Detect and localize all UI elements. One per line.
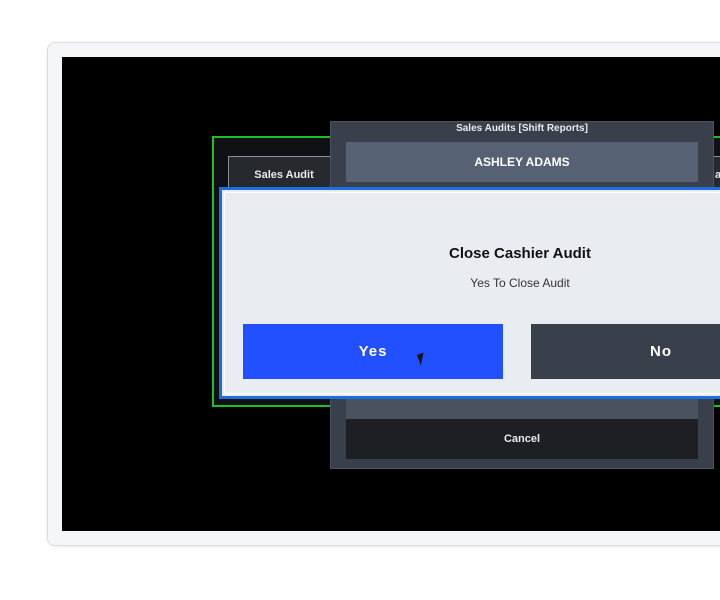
cashier-name-button[interactable]: ASHLEY ADAMS bbox=[346, 142, 698, 182]
yes-button[interactable]: Yes bbox=[243, 324, 503, 379]
dialog-message: Yes To Close Audit bbox=[470, 276, 570, 290]
close-audit-dialog: Close Cashier Audit Yes To Close Audit Y… bbox=[219, 187, 720, 399]
no-button[interactable]: No bbox=[531, 324, 720, 379]
panel-title: Sales Audits [Shift Reports] bbox=[456, 123, 588, 134]
cancel-button[interactable]: Cancel bbox=[346, 419, 698, 459]
dialog-body: Close Cashier Audit Yes To Close Audit Y… bbox=[224, 192, 720, 394]
dialog-title: Close Cashier Audit bbox=[449, 245, 591, 262]
pos-screen: Sales Audit ail Sales Audits [Shift Repo… bbox=[62, 57, 720, 531]
